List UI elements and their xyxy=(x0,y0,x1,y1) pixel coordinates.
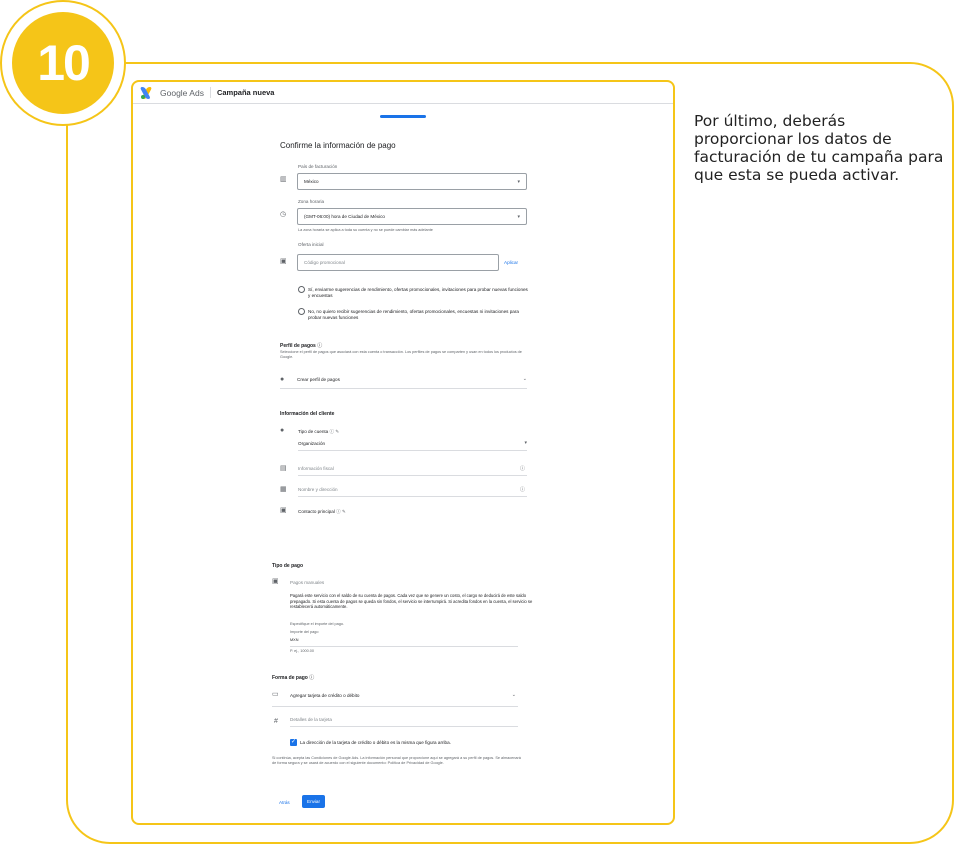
clock-icon: ◷ xyxy=(280,211,287,218)
account-type-select[interactable]: Organización ▾ xyxy=(298,439,527,451)
add-card-row[interactable]: ▭ Agregar tarjeta de crédito o débito ⌄ xyxy=(272,687,518,707)
create-profile-label: Crear perfil de pagos xyxy=(297,377,340,382)
help-icon[interactable]: ⓘ xyxy=(317,343,322,349)
chevron-down-icon: ⌄ xyxy=(522,376,527,382)
chevron-down-icon: ▾ xyxy=(517,179,520,185)
promo-code-placeholder: Código promocional xyxy=(304,260,345,265)
radio-yes-label: Sí, enviarme sugerencias de rendimiento,… xyxy=(308,287,528,298)
tax-info-label: Información fiscal xyxy=(298,466,334,471)
hash-icon: # xyxy=(274,718,278,725)
promo-code-input[interactable]: Código promocional xyxy=(297,254,499,271)
name-address-label: Nombre y dirección xyxy=(298,487,338,492)
credit-card-icon: ▭ xyxy=(272,691,279,698)
timezone-label: Zona horaria xyxy=(298,199,325,204)
same-address-checkbox[interactable]: ✓ xyxy=(290,739,297,746)
same-address-label: La dirección de la tarjeta de crédito o … xyxy=(300,740,451,745)
radio-no[interactable] xyxy=(298,308,305,315)
tax-icon: ▤ xyxy=(280,465,287,472)
name-address-field[interactable]: Nombre y dirección ⓘ xyxy=(298,485,527,497)
account-type-label: Tipo de cuenta ⓘ ✎ xyxy=(298,429,340,434)
gift-icon: ▣ xyxy=(280,258,287,265)
back-button[interactable]: Atrás xyxy=(279,800,290,805)
progress-indicator xyxy=(380,115,426,118)
country-value: México xyxy=(304,179,319,184)
help-icon[interactable]: ⓘ xyxy=(520,465,525,472)
chevron-down-icon: ▾ xyxy=(524,440,527,446)
payment-type-title: Tipo de pago xyxy=(272,563,304,569)
map-icon: ▥ xyxy=(280,176,287,183)
help-icon[interactable]: ⓘ xyxy=(330,429,335,434)
profile-desc: Seleccione el perfil de pagos que asocia… xyxy=(280,350,522,359)
card-details-label: Detalles de la tarjeta xyxy=(290,717,332,722)
google-ads-logo-icon xyxy=(139,86,155,99)
calendar-icon: ▣ xyxy=(272,578,279,585)
top-bar: Google Ads Campaña nueva xyxy=(133,82,673,104)
profile-title: Perfil de pagos ⓘ xyxy=(280,343,323,349)
tax-info-field[interactable]: Información fiscal ⓘ xyxy=(298,464,527,476)
payment-title: Confirme la información de pago xyxy=(280,141,396,150)
radio-yes[interactable] xyxy=(298,286,305,293)
title-divider xyxy=(209,87,211,98)
customer-title: Información del cliente xyxy=(280,411,335,417)
country-label: País de facturación xyxy=(298,164,338,169)
edit-icon[interactable]: ✎ xyxy=(342,509,346,514)
create-profile-row[interactable]: ● Crear perfil de pagos ⌄ xyxy=(280,370,527,389)
radio-no-label: No, no quiero recibir sugerencias de ren… xyxy=(308,309,519,320)
edit-icon[interactable]: ✎ xyxy=(335,429,339,434)
main-contact-label: Contacto principal ⓘ ✎ xyxy=(298,509,346,514)
payment-type-desc: Pagará este servicio con el saldo de su … xyxy=(290,593,533,610)
payment-form-title: Forma de pago ⓘ xyxy=(272,675,315,681)
currency-code: MXN xyxy=(290,638,299,642)
submit-button[interactable]: Enviar xyxy=(302,795,326,808)
step-description: Por último, deberás proporcionar los dat… xyxy=(694,112,944,184)
terms-text: Si continúa, acepta las Condiciones de G… xyxy=(272,756,521,765)
step-number: 10 xyxy=(37,35,91,91)
help-icon[interactable]: ⓘ xyxy=(309,675,314,681)
tutorial-slide: 10 Por último, deberás proporcionar los … xyxy=(0,0,957,846)
person-icon: ● xyxy=(280,376,285,383)
apply-button[interactable]: Aplicar xyxy=(504,260,518,265)
timezone-value: (GMT-06:00) hora de Ciudad de México xyxy=(304,214,385,219)
country-select[interactable]: México ▾ xyxy=(297,173,527,190)
window-title: Campaña nueva xyxy=(216,88,275,97)
timezone-select[interactable]: (GMT-06:00) hora de Ciudad de México ▾ xyxy=(297,208,527,225)
step-badge-circle: 10 xyxy=(12,12,114,114)
account-icon: ● xyxy=(280,427,285,434)
payment-amount-example: P. ej., 1000.00 xyxy=(290,649,314,653)
chevron-down-icon: ▾ xyxy=(517,214,520,220)
step-badge: 10 xyxy=(0,0,126,126)
help-icon[interactable]: ⓘ xyxy=(336,509,341,514)
add-card-label: Agregar tarjeta de crédito o débito xyxy=(290,693,360,698)
chevron-down-icon: ⌄ xyxy=(511,692,516,698)
payment-method: Pagos manuales xyxy=(290,580,325,585)
card-details-input[interactable]: Detalles de la tarjeta xyxy=(290,715,518,727)
timezone-help: La zona horaria se aplica a toda su cuen… xyxy=(298,228,433,232)
google-ads-screenshot: Google Ads Campaña nueva Confirme la inf… xyxy=(131,80,675,825)
payment-amount-label: Importe del pago xyxy=(290,630,319,634)
building-icon: ▦ xyxy=(280,486,287,493)
contact-icon: ▣ xyxy=(280,507,287,514)
payment-amount-input[interactable]: Importe del pago MXN xyxy=(290,630,518,647)
help-icon[interactable]: ⓘ xyxy=(520,486,525,493)
brand-name: Google Ads xyxy=(160,87,204,98)
account-type-value: Organización xyxy=(298,441,326,446)
payment-amount-hint: Especifique el importe del pago. xyxy=(290,622,345,626)
offer-label: Oferta inicial xyxy=(298,242,324,247)
